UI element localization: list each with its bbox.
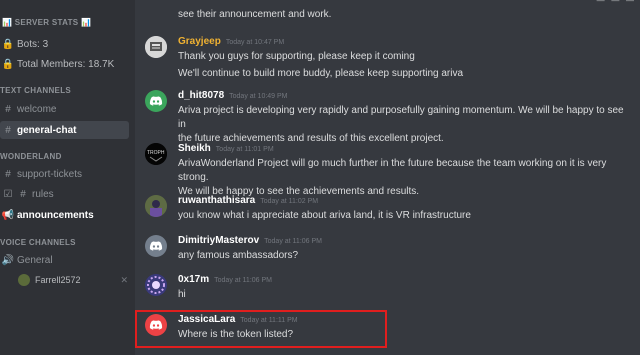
channel-welcome[interactable]: # welcome	[0, 100, 129, 118]
speaker-icon: 🔊	[1, 254, 15, 266]
message-actions[interactable]: — — —	[597, 0, 634, 5]
message-text: Thank you guys for supporting, please ke…	[178, 51, 415, 62]
channel-support-tickets[interactable]: # support-tickets	[0, 165, 129, 183]
lock-icon: 🔒	[1, 38, 15, 50]
username[interactable]: Grayjeep	[178, 36, 221, 47]
timestamp: Today at 11:06 PM	[264, 238, 322, 245]
discord-logo-icon	[149, 96, 163, 106]
chart-icon: 📊	[78, 18, 92, 27]
svg-text:TROPH: TROPH	[147, 150, 165, 156]
hashtag-icon: #	[5, 103, 11, 115]
voice-channel-general[interactable]: 🔊 General	[0, 251, 129, 269]
muted-mic-icon: ✕	[120, 274, 128, 285]
username[interactable]: ruwanthathisara	[178, 195, 255, 206]
message-text: you know what i appreciate about ariva l…	[178, 210, 471, 221]
username[interactable]: Sheikh	[178, 143, 211, 154]
message-list: — — — see their announcement and work. G…	[135, 0, 640, 355]
channel-sidebar: 📊 SERVER STATS 📊 🔒 Bots: 3 🔒 Total Membe…	[0, 0, 135, 355]
server-stats-category[interactable]: 📊 SERVER STATS 📊	[2, 18, 91, 27]
channel-general-chat[interactable]: # general-chat	[0, 121, 129, 139]
hashtag-icon: #	[5, 168, 11, 180]
hashtag-icon: #	[5, 124, 11, 136]
message-text: any famous ambassadors?	[178, 250, 299, 261]
stat-members[interactable]: 🔒 Total Members: 18.7K	[0, 55, 129, 73]
channel-announcements[interactable]: 📢 announcements	[0, 206, 129, 224]
timestamp: Today at 11:02 PM	[260, 198, 319, 205]
timestamp: Today at 11:06 PM	[214, 277, 272, 284]
timestamp: Today at 11:01 PM	[215, 146, 274, 153]
megaphone-icon: 📢	[1, 209, 15, 221]
voice-user[interactable]: Farrell2572 ✕	[18, 272, 128, 288]
avatar[interactable]: TROPH	[145, 143, 167, 165]
wonderland-category[interactable]: WONDERLAND	[0, 152, 62, 161]
avatar[interactable]	[145, 90, 167, 112]
text-channels-category[interactable]: TEXT CHANNELS	[0, 86, 71, 95]
avatar	[18, 274, 30, 286]
stat-bots[interactable]: 🔒 Bots: 3	[0, 35, 129, 53]
message-text: hi	[178, 289, 186, 300]
chart-icon: 📊	[2, 18, 15, 27]
discord-logo-icon	[149, 241, 163, 251]
username[interactable]: DimitriyMasterov	[178, 235, 259, 246]
avatar[interactable]	[145, 274, 167, 296]
lock-icon: 🔒	[1, 58, 15, 70]
message-text: Ariva project is developing very rapidly…	[178, 105, 624, 130]
hashtag-icon: #	[20, 188, 26, 200]
voice-channels-category[interactable]: VOICE CHANNELS	[0, 238, 76, 247]
message-text: We'll continue to build more buddy, plea…	[178, 68, 464, 79]
avatar[interactable]	[145, 235, 167, 257]
channel-rules[interactable]: ☑ # rules	[0, 185, 129, 203]
highlight-box	[135, 310, 387, 348]
avatar[interactable]	[145, 36, 167, 58]
username[interactable]: 0x17m	[178, 274, 209, 285]
timestamp: Today at 10:47 PM	[225, 39, 285, 46]
message-text: ArivaWonderland Project will go much fur…	[178, 158, 607, 183]
avatar[interactable]	[145, 195, 167, 217]
timestamp: Today at 10:49 PM	[229, 93, 288, 100]
username[interactable]: d_hit8078	[178, 90, 224, 101]
checkbox-icon: ☑	[3, 188, 13, 200]
